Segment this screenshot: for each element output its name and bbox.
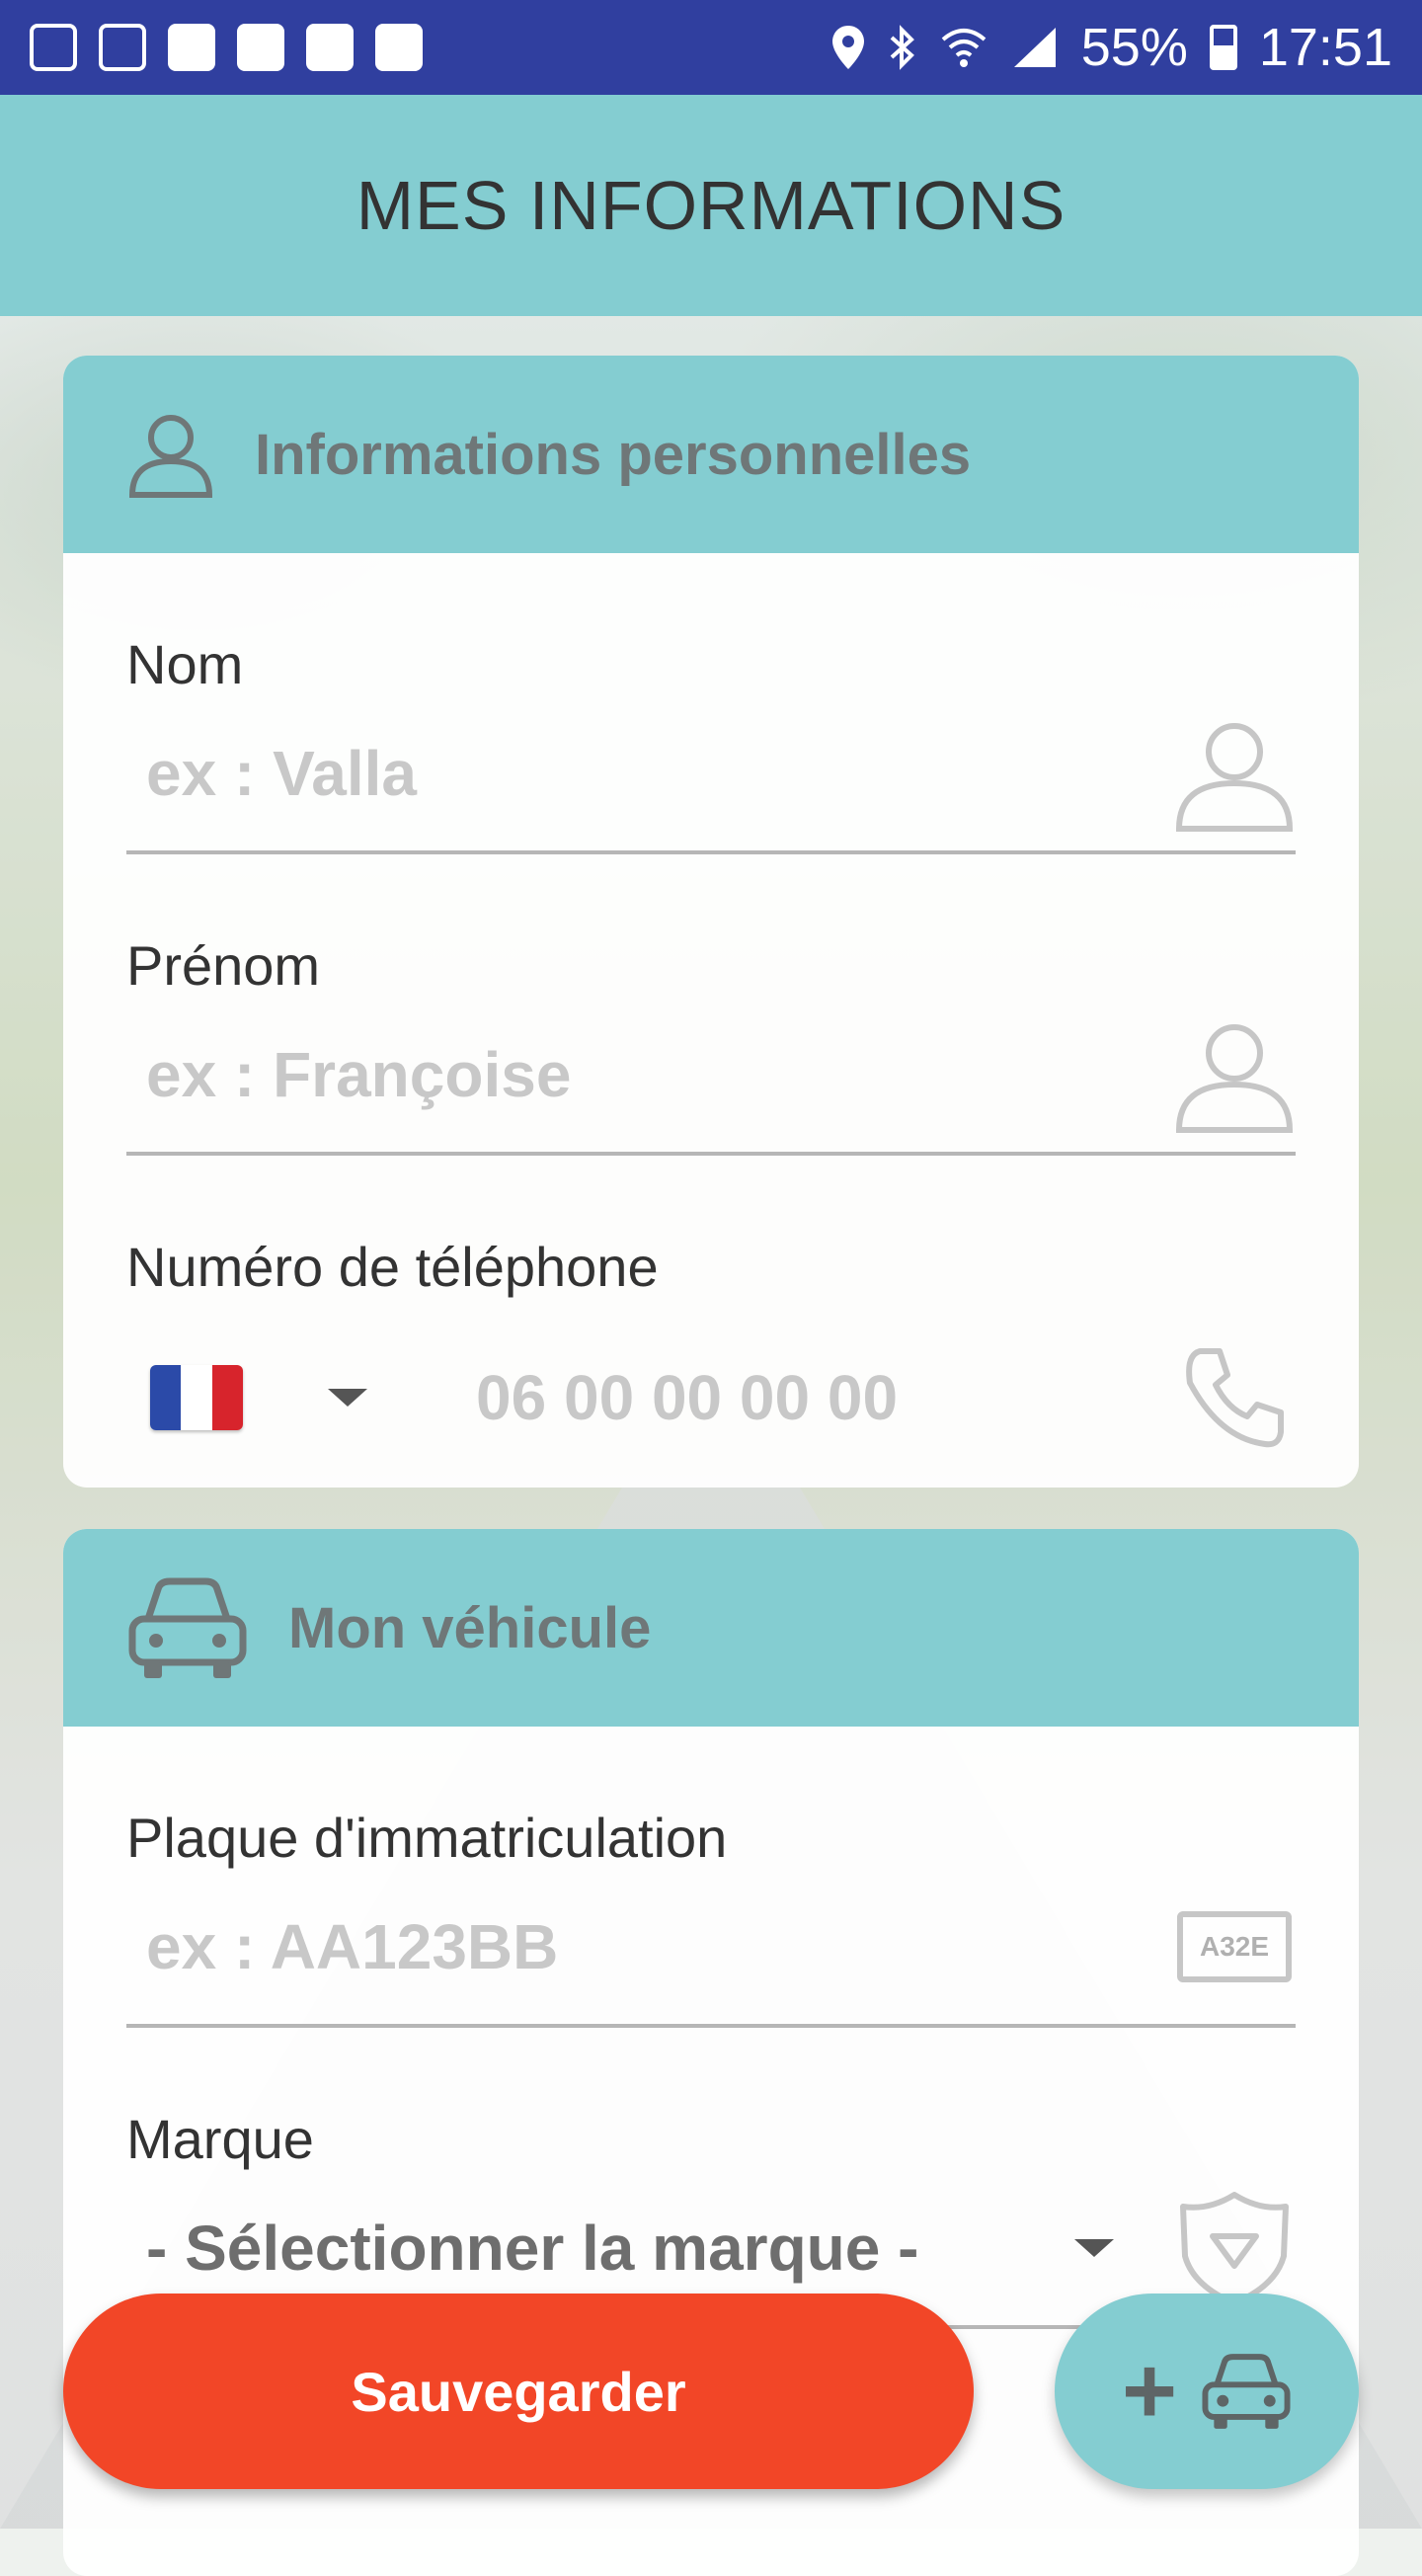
bluetooth-icon — [890, 25, 914, 70]
nom-field: Nom ex : Valla — [126, 553, 1296, 854]
license-plate-icon: A32E — [1177, 1911, 1292, 1982]
phone-input[interactable]: 06 00 00 00 00 — [476, 1361, 1173, 1434]
personal-info-header: Informations personnelles — [63, 356, 1359, 553]
add-vehicle-button[interactable]: + — [1055, 2294, 1359, 2489]
doc-icon — [30, 24, 77, 71]
save-button[interactable]: Sauvegarder — [63, 2294, 974, 2489]
image-icon — [99, 24, 146, 71]
user-icon — [1173, 712, 1296, 835]
galaxy-icon — [168, 24, 215, 71]
plate-label: Plaque d'immatriculation — [126, 1807, 728, 1869]
brand-field: Marque - Sélectionner la marque - — [126, 2028, 1296, 2329]
signal-icon — [1013, 28, 1056, 67]
prenom-label: Prénom — [126, 934, 321, 997]
battery-icon — [1209, 25, 1237, 70]
prenom-field: Prénom ex : Françoise — [126, 854, 1296, 1156]
plate-input[interactable]: ex : AA123BB A32E — [126, 1870, 1296, 2028]
car-icon — [1202, 2354, 1291, 2429]
phone-icon — [1173, 1336, 1296, 1459]
game-icon — [375, 24, 423, 71]
phone-field: Numéro de téléphone 06 00 00 00 00 — [126, 1156, 1296, 1488]
plate-field: Plaque d'immatriculation ex : AA123BB A3… — [126, 1727, 1296, 2028]
country-dropdown-icon[interactable] — [328, 1389, 367, 1407]
prenom-input[interactable]: ex : Françoise — [126, 998, 1296, 1156]
galaxy-icon — [237, 24, 284, 71]
nom-placeholder: ex : Valla — [146, 738, 417, 809]
personal-info-card: Informations personnelles Nom ex : Valla… — [63, 356, 1359, 1488]
galaxy-icon — [306, 24, 354, 71]
user-icon — [1173, 1013, 1296, 1136]
page-title: MES INFORMATIONS — [356, 167, 1066, 244]
personal-info-title: Informations personnelles — [255, 422, 972, 487]
location-icon — [831, 26, 864, 69]
brand-label: Marque — [126, 2108, 314, 2170]
nom-input[interactable]: ex : Valla — [126, 696, 1296, 854]
clock: 17:51 — [1258, 18, 1392, 77]
vehicle-title: Mon véhicule — [288, 1595, 652, 1660]
status-bar: 55% 17:51 — [0, 0, 1422, 95]
nom-label: Nom — [126, 633, 244, 695]
vehicle-header: Mon véhicule — [63, 1529, 1359, 1727]
app-bar: MES INFORMATIONS — [0, 95, 1422, 316]
brand-dropdown-icon[interactable] — [1074, 2239, 1114, 2257]
brand-selected-value: - Sélectionner la marque - — [146, 2213, 919, 2284]
france-flag-icon[interactable] — [150, 1365, 243, 1430]
plate-placeholder: ex : AA123BB — [146, 1911, 559, 1982]
car-icon — [128, 1577, 247, 1678]
shield-icon — [1173, 2187, 1296, 2309]
wifi-icon — [941, 29, 987, 67]
prenom-placeholder: ex : Françoise — [146, 1039, 572, 1110]
phone-label: Numéro de téléphone — [126, 1236, 659, 1298]
plus-icon: + — [1121, 2338, 1178, 2444]
user-icon — [128, 415, 213, 498]
battery-percent: 55% — [1080, 18, 1188, 77]
